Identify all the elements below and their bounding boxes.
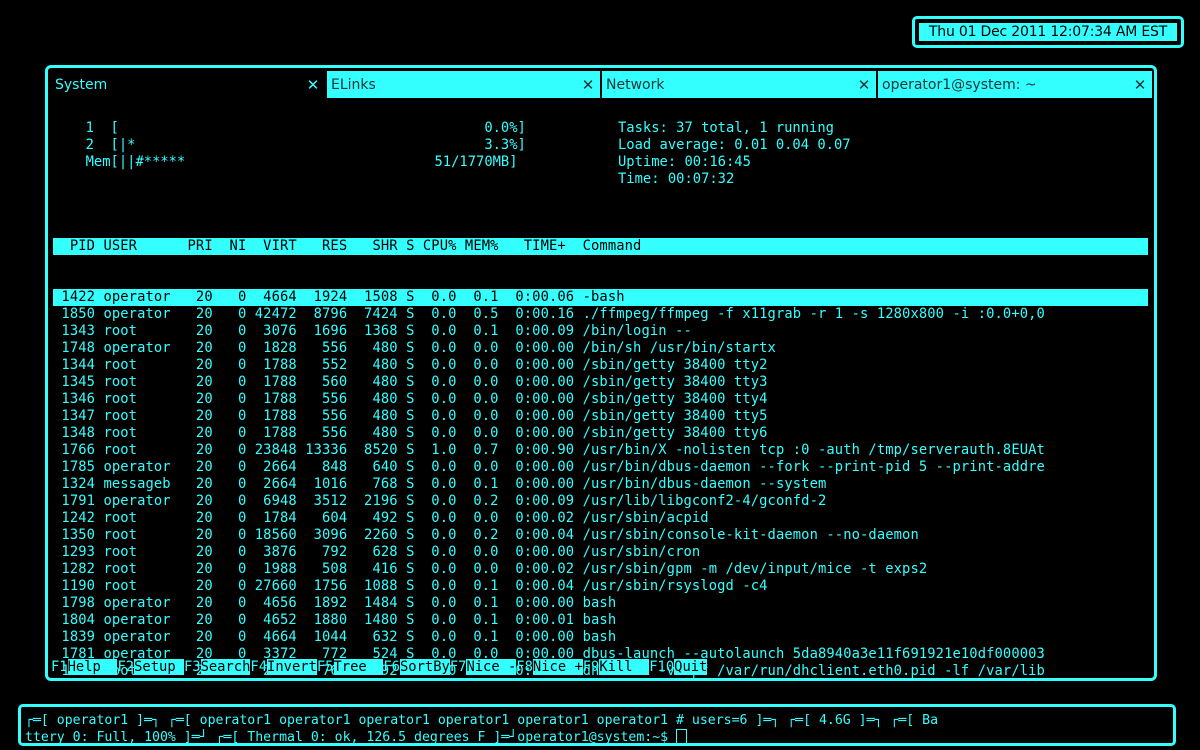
htop-meters: 1 [ 0.0%] 2 [|* 3.3%] Mem[||#***** 51/17…	[51, 120, 1152, 192]
table-row[interactable]: 1343 root 20 0 3076 1696 1368 S 0.0 0.1 …	[53, 323, 1148, 340]
tab-label: System	[55, 76, 108, 93]
clock-text: Thu 01 Dec 2011 12:07:34 AM EST	[919, 23, 1177, 41]
close-icon[interactable]: ✕	[580, 76, 596, 94]
table-row[interactable]: 1791 operator 20 0 6948 3512 2196 S 0.0 …	[53, 493, 1148, 510]
table-row[interactable]: 1766 root 20 0 23848 13336 8520 S 1.0 0.…	[53, 442, 1148, 459]
fkey-key: F3	[183, 659, 201, 675]
table-row[interactable]: 1348 root 20 0 1788 556 480 S 0.0 0.0 0:…	[53, 425, 1148, 442]
load-average: Load average: 0.01 0.04 0.07	[618, 137, 851, 153]
fkey-label: Quit	[674, 659, 708, 675]
table-row[interactable]: 1748 operator 20 0 1828 556 480 S 0.0 0.…	[53, 340, 1148, 357]
fkey-f9[interactable]: F9Kill	[582, 659, 650, 676]
mem-meter: Mem[||#***** 51/1770MB]	[69, 154, 518, 170]
table-row[interactable]: 1804 operator 20 0 4652 1880 1480 S 0.0 …	[53, 612, 1148, 629]
fkey-label: Kill	[599, 659, 650, 675]
tab-operator-shell[interactable]: operator1@system: ~ ✕	[878, 71, 1152, 98]
prompt-text: ttery 0: Full, 100% ]═┘ ┌═[ Thermal 0: o…	[25, 730, 677, 745]
fkey-f6[interactable]: F6SortBy	[383, 659, 450, 676]
table-row-selected[interactable]: 1422 operator 20 0 4664 1924 1508 S 0.0 …	[53, 289, 1148, 306]
table-row[interactable]: 1347 root 20 0 1788 556 480 S 0.0 0.0 0:…	[53, 408, 1148, 425]
table-row[interactable]: 1839 operator 20 0 4664 1044 632 S 0.0 0…	[53, 629, 1148, 646]
fkey-f1[interactable]: F1Help	[51, 659, 118, 676]
fkey-f5[interactable]: F5Tree	[316, 659, 384, 676]
clock-panel: Thu 01 Dec 2011 12:07:34 AM EST	[912, 16, 1184, 48]
fkey-label: Invert	[267, 659, 317, 675]
fkey-key: F10	[649, 659, 675, 675]
status-bar: ┌═[ operator1 ]═┐ ┌═[ operator1 operator…	[18, 704, 1176, 746]
function-key-bar: F1Help F2Setup F3Search F4Invert F5Tree F6…	[51, 659, 1152, 676]
status-line-2[interactable]: ttery 0: Full, 100% ]═┘ ┌═[ Thermal 0: o…	[25, 729, 1169, 745]
fkey-key: F5	[316, 659, 334, 675]
fkey-f4[interactable]: F4Invert	[250, 659, 317, 676]
process-table: PID USER PRI NI VIRT RES SHR S CPU% MEM%…	[53, 204, 1148, 681]
fkey-label: Nice +	[532, 659, 583, 675]
table-body: 1422 operator 20 0 4664 1924 1508 S 0.0 …	[53, 289, 1148, 681]
table-row[interactable]: 1293 root 20 0 3876 792 628 S 0.0 0.0 0:…	[53, 544, 1148, 561]
close-icon[interactable]: ✕	[1132, 76, 1148, 94]
table-row[interactable]: 1499 root 20 0 2412 544 276 S 0.0 0.0 0:…	[53, 680, 1148, 681]
tab-label: Network	[606, 76, 665, 93]
fkey-label: Setup	[134, 659, 184, 675]
tab-bar: System ✕ ELinks ✕ Network ✕ operator1@sy…	[51, 71, 1152, 98]
table-row[interactable]: 1345 root 20 0 1788 560 480 S 0.0 0.0 0:…	[53, 374, 1148, 391]
fkey-key: F1	[51, 659, 68, 675]
tab-network[interactable]: Network ✕	[602, 71, 878, 98]
cpu1-meter: 1 [ 0.0%]	[69, 120, 526, 136]
table-row[interactable]: 1344 root 20 0 1788 552 480 S 0.0 0.0 0:…	[53, 357, 1148, 374]
table-row[interactable]: 1190 root 20 0 27660 1756 1088 S 0.0 0.1…	[53, 578, 1148, 595]
tab-elinks[interactable]: ELinks ✕	[327, 71, 602, 98]
fkey-key: F7	[449, 659, 467, 675]
fkey-key: F4	[250, 659, 268, 675]
fkey-key: F8	[516, 659, 533, 675]
clock-time: Time: 00:07:32	[618, 171, 735, 187]
fkey-f10[interactable]: F10Quit	[649, 659, 708, 676]
table-row[interactable]: 1350 root 20 0 18560 3096 2260 S 0.0 0.2…	[53, 527, 1148, 544]
table-row[interactable]: 1346 root 20 0 1788 556 480 S 0.0 0.0 0:…	[53, 391, 1148, 408]
close-icon[interactable]: ✕	[305, 76, 321, 94]
tasks-meter: Tasks: 37 total, 1 running	[618, 120, 834, 136]
tab-label: ELinks	[331, 76, 376, 93]
fkey-f3[interactable]: F3Search	[183, 659, 251, 676]
fkey-label: SortBy	[399, 659, 450, 675]
fkey-label: Tree	[333, 659, 384, 675]
fkey-label: Help	[67, 659, 118, 675]
cursor	[676, 729, 688, 743]
fkey-key: F9	[582, 659, 600, 675]
cpu2-meter: 2 [|* 3.3%]	[69, 137, 526, 153]
fkey-key: F2	[117, 659, 135, 675]
fkey-key: F6	[383, 659, 400, 675]
tab-label: operator1@system: ~	[882, 76, 1037, 93]
fkey-f2[interactable]: F2Setup	[117, 659, 184, 676]
fkey-label: Search	[200, 659, 251, 675]
fkey-f7[interactable]: F7Nice -	[449, 659, 517, 676]
close-icon[interactable]: ✕	[856, 76, 872, 94]
table-header[interactable]: PID USER PRI NI VIRT RES SHR S CPU% MEM%…	[53, 238, 1148, 255]
tab-system[interactable]: System ✕	[51, 71, 327, 98]
table-row[interactable]: 1785 operator 20 0 2664 848 640 S 0.0 0.…	[53, 459, 1148, 476]
fkey-f8[interactable]: F8Nice +	[516, 659, 583, 676]
status-line-1: ┌═[ operator1 ]═┐ ┌═[ operator1 operator…	[25, 713, 939, 728]
uptime: Uptime: 00:16:45	[618, 154, 751, 170]
table-row[interactable]: 1850 operator 20 0 42472 8796 7424 S 0.0…	[53, 306, 1148, 323]
table-row[interactable]: 1798 operator 20 0 4656 1892 1484 S 0.0 …	[53, 595, 1148, 612]
fkey-label: Nice -	[466, 659, 517, 675]
table-row[interactable]: 1282 root 20 0 1988 508 416 S 0.0 0.0 0:…	[53, 561, 1148, 578]
table-row[interactable]: 1242 root 20 0 1784 604 492 S 0.0 0.0 0:…	[53, 510, 1148, 527]
table-row[interactable]: 1324 messageb 20 0 2664 1016 768 S 0.0 0…	[53, 476, 1148, 493]
terminal-window: System ✕ ELinks ✕ Network ✕ operator1@sy…	[45, 65, 1157, 681]
